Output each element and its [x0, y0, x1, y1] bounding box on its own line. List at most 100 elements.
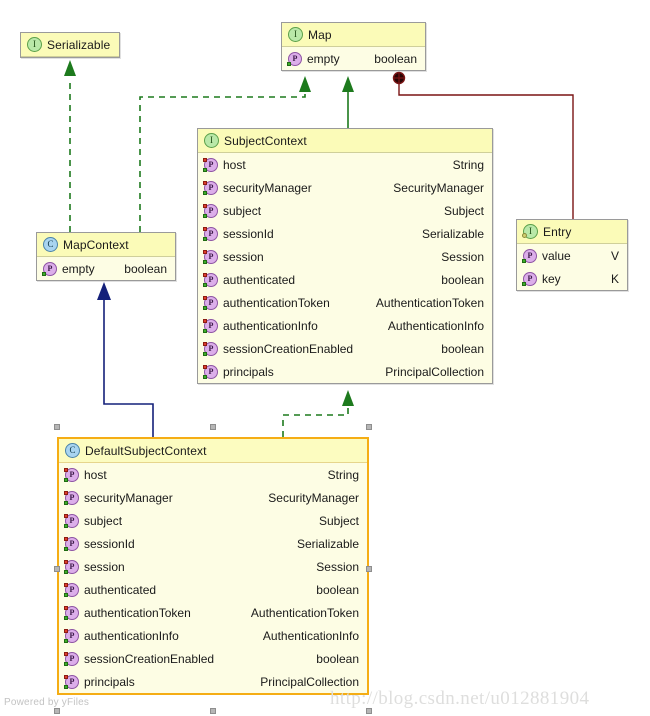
attribute-row[interactable]: P authenticated boolean	[59, 578, 367, 601]
interface-icon: I	[204, 133, 219, 148]
property-icon: P	[64, 628, 79, 643]
property-icon: P	[64, 559, 79, 574]
write-indicator-icon	[203, 364, 207, 369]
attribute-row[interactable]: P authenticationToken AuthenticationToke…	[59, 601, 367, 624]
property-icon: P	[64, 467, 79, 482]
attribute-type: Session	[441, 249, 484, 264]
attribute-name: empty	[62, 261, 95, 276]
selection-handle-top-left[interactable]	[54, 424, 60, 430]
read-indicator-icon	[203, 259, 207, 264]
class-header-entry: I Entry	[517, 220, 627, 244]
attribute-type: PrincipalCollection	[385, 364, 484, 379]
attribute-name: securityManager	[223, 180, 312, 195]
attribute-row[interactable]: P host String	[59, 463, 367, 486]
attribute-row[interactable]: P authenticationInfo AuthenticationInfo	[198, 314, 492, 337]
attribute-name: host	[84, 467, 107, 482]
attribute-type: PrincipalCollection	[260, 674, 359, 689]
attribute-row[interactable]: P session Session	[59, 555, 367, 578]
write-indicator-icon	[64, 536, 68, 541]
class-header-serializable: I Serializable	[21, 33, 119, 57]
attribute-row[interactable]: P subject Subject	[59, 509, 367, 532]
attribute-row[interactable]: P sessionId Serializable	[198, 222, 492, 245]
write-indicator-icon	[64, 628, 68, 633]
attribute-type: boolean	[441, 272, 484, 287]
attribute-row[interactable]: P securityManager SecurityManager	[198, 176, 492, 199]
attribute-name: principals	[223, 364, 274, 379]
read-indicator-icon	[64, 661, 68, 666]
class-name-subjectcontext: SubjectContext	[224, 133, 307, 148]
edge-mapcontext-serializable	[64, 60, 76, 232]
attribute-row[interactable]: P key K	[517, 267, 627, 290]
read-indicator-icon	[203, 190, 207, 195]
selection-handle-middle-right[interactable]	[366, 566, 372, 572]
class-name-map: Map	[308, 27, 332, 42]
attribute-row[interactable]: P host String	[198, 153, 492, 176]
attribute-name: securityManager	[84, 490, 173, 505]
selection-handle-top-center[interactable]	[210, 424, 216, 430]
property-icon: P	[203, 272, 218, 287]
write-indicator-icon	[203, 203, 207, 208]
attribute-type: AuthenticationInfo	[262, 628, 359, 643]
class-box-mapcontext[interactable]: C MapContext P empty boolean	[36, 232, 176, 281]
attribute-row[interactable]: P session Session	[198, 245, 492, 268]
read-indicator-icon	[64, 592, 68, 597]
read-indicator-icon	[203, 351, 207, 356]
property-icon: P	[64, 536, 79, 551]
selection-handle-bottom-center[interactable]	[210, 708, 216, 714]
class-box-serializable[interactable]: I Serializable	[20, 32, 120, 58]
write-indicator-icon	[64, 490, 68, 495]
diagram-canvas[interactable]: I Serializable I Map P empty boolean I S…	[0, 0, 650, 716]
write-indicator-icon	[64, 559, 68, 564]
attribute-list-defaultsubjectcontext: P host String P securityManager Security…	[59, 463, 367, 693]
attribute-name: authenticated	[223, 272, 296, 287]
write-indicator-icon	[203, 318, 207, 323]
attribute-type: boolean	[374, 51, 417, 66]
attribute-row[interactable]: P sessionId Serializable	[59, 532, 367, 555]
attribute-type: boolean	[441, 341, 484, 356]
property-icon: P	[203, 180, 218, 195]
attribute-list-subjectcontext: P host String P securityManager Security…	[198, 153, 492, 383]
property-icon: P	[203, 157, 218, 172]
attribute-type: Session	[316, 559, 359, 574]
class-box-subjectcontext[interactable]: I SubjectContext P host String P securit…	[197, 128, 493, 384]
attribute-name: authenticationInfo	[223, 318, 318, 333]
selection-handle-top-right[interactable]	[366, 424, 372, 430]
attribute-row[interactable]: P authenticationToken AuthenticationToke…	[198, 291, 492, 314]
read-indicator-icon	[64, 615, 68, 620]
attribute-row[interactable]: P empty boolean	[37, 257, 175, 280]
property-icon: P	[203, 203, 218, 218]
attribute-type: String	[327, 467, 359, 482]
write-indicator-icon	[203, 157, 207, 162]
attribute-row[interactable]: P value V	[517, 244, 627, 267]
attribute-row[interactable]: P principals PrincipalCollection	[198, 360, 492, 383]
attribute-row[interactable]: P principals PrincipalCollection	[59, 670, 367, 693]
attribute-name: authenticated	[84, 582, 157, 597]
attribute-name: sessionId	[223, 226, 274, 241]
class-box-defaultsubjectcontext[interactable]: C DefaultSubjectContext P host String P …	[57, 437, 369, 695]
property-icon: P	[64, 605, 79, 620]
read-indicator-icon	[203, 167, 207, 172]
class-box-map[interactable]: I Map P empty boolean	[281, 22, 426, 71]
attribute-type: AuthenticationToken	[375, 295, 484, 310]
attribute-row[interactable]: P authenticationInfo AuthenticationInfo	[59, 624, 367, 647]
class-header-mapcontext: C MapContext	[37, 233, 175, 257]
read-indicator-icon	[203, 374, 207, 379]
selection-handle-bottom-left[interactable]	[54, 708, 60, 714]
class-box-entry[interactable]: I Entry P value V P key K	[516, 219, 628, 291]
selection-handle-middle-left[interactable]	[54, 566, 60, 572]
attribute-row[interactable]: P subject Subject	[198, 199, 492, 222]
attribute-row[interactable]: P authenticated boolean	[198, 268, 492, 291]
attribute-type: SecurityManager	[393, 180, 484, 195]
attribute-row[interactable]: P sessionCreationEnabled boolean	[198, 337, 492, 360]
property-icon: P	[64, 582, 79, 597]
class-name-serializable: Serializable	[47, 37, 111, 52]
read-indicator-icon	[522, 281, 526, 286]
attribute-type: boolean	[316, 582, 359, 597]
attribute-row[interactable]: P sessionCreationEnabled boolean	[59, 647, 367, 670]
class-header-defaultsubjectcontext: C DefaultSubjectContext	[59, 439, 367, 463]
interface-icon: I	[27, 37, 42, 52]
attribute-type: Serializable	[421, 226, 484, 241]
attribute-row[interactable]: P empty boolean	[282, 47, 425, 70]
attribute-row[interactable]: P securityManager SecurityManager	[59, 486, 367, 509]
attribute-name: host	[223, 157, 246, 172]
